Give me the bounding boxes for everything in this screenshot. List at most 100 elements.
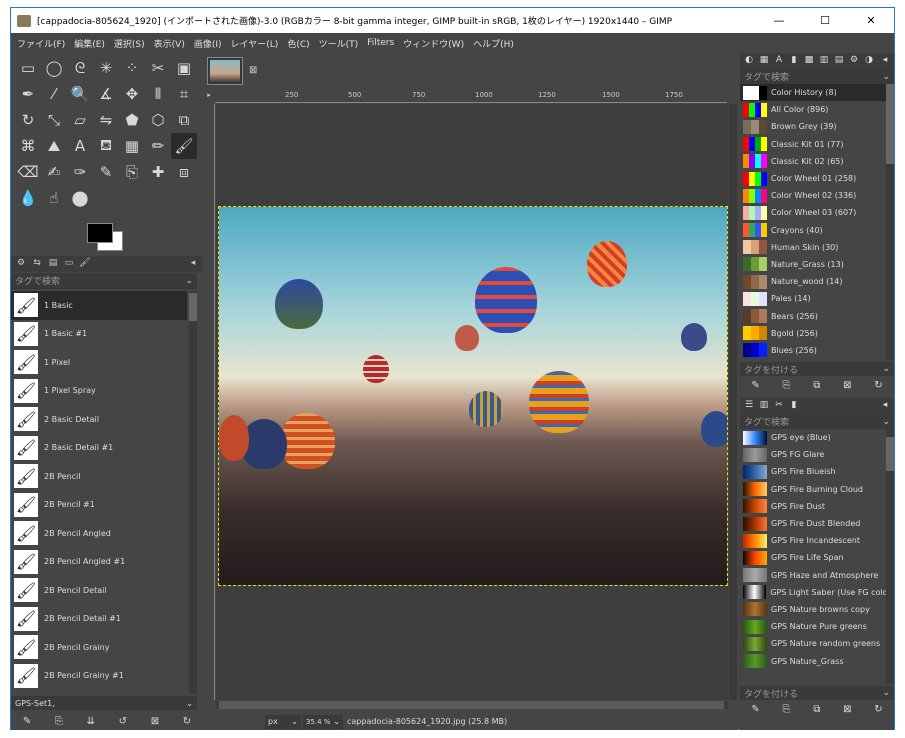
menu-windows[interactable]: ウィンドウ(W): [403, 37, 464, 50]
palette-item[interactable]: Nature_Grass (13): [740, 256, 894, 273]
edit-gradient-icon[interactable]: ✎: [751, 704, 759, 715]
menu-help[interactable]: ヘルプ(H): [473, 37, 514, 50]
brush-item[interactable]: 🖌 2B Pencil Angled: [11, 519, 187, 548]
palettes-tab-icon[interactable]: ▩: [803, 55, 815, 67]
scale-icon[interactable]: ⤡: [41, 107, 67, 133]
palette-item[interactable]: Brown Grey (39): [740, 118, 894, 135]
smudge-icon[interactable]: ☝: [41, 185, 67, 211]
ink-icon[interactable]: ✑: [67, 159, 93, 185]
palette-item[interactable]: All Color (896): [740, 101, 894, 118]
brush-item[interactable]: 🖌 2 Basic Detail: [11, 405, 187, 434]
dashboard-tab-icon[interactable]: ◑: [863, 55, 875, 67]
brush-item[interactable]: 🖌 2B Pencil Grainy: [11, 633, 187, 662]
airbrush-icon[interactable]: ✍: [41, 159, 67, 185]
palette-item[interactable]: Bgold (256): [740, 325, 894, 342]
zoom-icon[interactable]: 🔍: [67, 81, 93, 107]
chevron-down-icon[interactable]: ⌄: [882, 417, 890, 427]
gradient-icon[interactable]: ▦: [119, 133, 145, 159]
menu-tools[interactable]: ツール(T): [319, 37, 359, 50]
gradient-item[interactable]: GPS Nature browns copy: [740, 601, 894, 618]
flip-icon[interactable]: ⇋: [93, 107, 119, 133]
horizontal-scrollbar[interactable]: [216, 701, 728, 709]
ellipse-select-icon[interactable]: ◯: [41, 55, 67, 81]
duplicate-palette-icon[interactable]: ⧉: [813, 380, 820, 391]
new-brush-icon[interactable]: ⎘: [55, 716, 63, 727]
palette-list-scrollbar[interactable]: [886, 84, 894, 360]
dock-menu-icon[interactable]: ◂: [186, 258, 200, 270]
brush-item[interactable]: 🖌 2B Pencil: [11, 462, 187, 491]
palette-item[interactable]: Bears (256): [740, 307, 894, 324]
gradients-tab-icon[interactable]: ▮: [788, 55, 800, 67]
gradient-item[interactable]: GPS Light Saber (Use FG color): [740, 584, 894, 601]
paths-tab-icon[interactable]: ✂: [773, 400, 785, 412]
palette-item[interactable]: Classic Kit 01 (77): [740, 136, 894, 153]
menu-select[interactable]: 選択(S): [114, 37, 145, 50]
brush-item[interactable]: 🖌 1 Basic: [11, 291, 187, 320]
dodge-burn-icon[interactable]: ⬤: [67, 185, 93, 211]
new-gradient-icon[interactable]: ⎘: [782, 704, 790, 715]
gradient-tag-filter[interactable]: タグで検索 ⌄: [740, 414, 894, 429]
chevron-down-icon[interactable]: ⌄: [185, 276, 193, 286]
blur-icon[interactable]: 💧: [15, 185, 41, 211]
image-canvas[interactable]: [218, 206, 728, 586]
color-picker-icon[interactable]: ⁄: [41, 81, 67, 107]
palette-item[interactable]: Blues (256): [740, 342, 894, 359]
document-history-tab-icon[interactable]: ▥: [818, 55, 830, 67]
palette-tag-filter[interactable]: タグで検索 ⌄: [740, 69, 894, 84]
device-status-tab-icon[interactable]: ⇆: [30, 258, 44, 270]
scissors-select-icon[interactable]: ✂: [145, 55, 171, 81]
bucket-fill-icon[interactable]: ⛾: [93, 133, 119, 159]
brush-item[interactable]: 🖌 2B Pencil Angled #1: [11, 548, 187, 577]
gradient-item[interactable]: GPS Nature Pure greens: [740, 618, 894, 635]
gradient-item[interactable]: GPS Fire Dust: [740, 498, 894, 515]
palette-item[interactable]: Crayons (40): [740, 222, 894, 239]
gradient-list-scrollbar[interactable]: [886, 429, 894, 684]
text-icon[interactable]: A: [67, 133, 93, 159]
channels-tab-icon[interactable]: ▥: [758, 400, 770, 412]
select-by-color-icon[interactable]: ⁘: [119, 55, 145, 81]
rotate-icon[interactable]: ↻: [15, 107, 41, 133]
image-tab-thumbnail[interactable]: [207, 57, 243, 85]
brush-item[interactable]: 🖌 2 Basic Detail #1: [11, 434, 187, 463]
foreground-color-swatch[interactable]: [87, 223, 113, 243]
palette-tag-input[interactable]: タグを付ける ⌄: [740, 362, 894, 376]
edit-brush-icon[interactable]: ✎: [23, 716, 31, 727]
chevron-down-icon[interactable]: ⌄: [882, 364, 890, 374]
images-tab-icon[interactable]: ▭: [62, 258, 76, 270]
delete-palette-icon[interactable]: ⊠: [843, 380, 851, 391]
measure-icon[interactable]: ∡: [93, 81, 119, 107]
gradient-item[interactable]: GPS Nature_Grass: [740, 652, 894, 669]
align-icon[interactable]: ⫴: [145, 81, 171, 107]
chevron-down-icon[interactable]: ⌄: [882, 688, 890, 698]
reload-icon[interactable]: ↻: [183, 716, 191, 727]
unified-transform-icon[interactable]: ⧉: [171, 107, 197, 133]
menu-colors[interactable]: 色(C): [287, 37, 309, 50]
palette-item[interactable]: Color History (8): [740, 84, 894, 102]
warp-transform-icon[interactable]: ⌘: [15, 133, 41, 159]
gradient-item[interactable]: GPS eye (Blue): [740, 429, 894, 446]
fg-bg-colors[interactable]: [83, 219, 127, 255]
dock-menu-icon[interactable]: ◂: [879, 400, 891, 412]
templates-tab-icon[interactable]: ▤: [833, 55, 845, 67]
brush-item[interactable]: 🖌 1 Basic #1: [11, 320, 187, 349]
gradient-item[interactable]: GPS Fire Blueish: [740, 463, 894, 480]
fonts-tab-icon[interactable]: A: [773, 55, 785, 67]
duplicate-brush-icon[interactable]: ⇊: [87, 716, 95, 727]
brush-tag-filter[interactable]: タグで検索 ⌄: [11, 273, 197, 289]
gradient-item[interactable]: GPS Fire Burning Cloud: [740, 481, 894, 498]
zoom-select[interactable]: 35.4 % ⌄: [303, 714, 343, 729]
edit-palette-icon[interactable]: ✎: [751, 380, 759, 391]
chevron-down-icon[interactable]: ⌄: [882, 72, 890, 82]
menu-view[interactable]: 表示(V): [154, 37, 185, 50]
close-tab-icon[interactable]: ⊠: [249, 65, 257, 76]
shear-icon[interactable]: ▱: [67, 107, 93, 133]
menu-file[interactable]: ファイル(F): [17, 37, 65, 50]
palette-item[interactable]: Pales (14): [740, 290, 894, 307]
gradient-item[interactable]: GPS Haze and Atmosphere: [740, 567, 894, 584]
brush-set-select[interactable]: GPS-Set1, ⌄: [11, 696, 197, 710]
brush-item[interactable]: 🖌 1 Pixel Spray: [11, 377, 187, 406]
menu-layer[interactable]: レイヤー(L): [231, 37, 279, 50]
duplicate-gradient-icon[interactable]: ⧉: [813, 704, 820, 715]
tool-options-tab-icon[interactable]: ⚙: [14, 258, 28, 270]
brushes-tab-icon[interactable]: 🖌: [78, 258, 92, 270]
